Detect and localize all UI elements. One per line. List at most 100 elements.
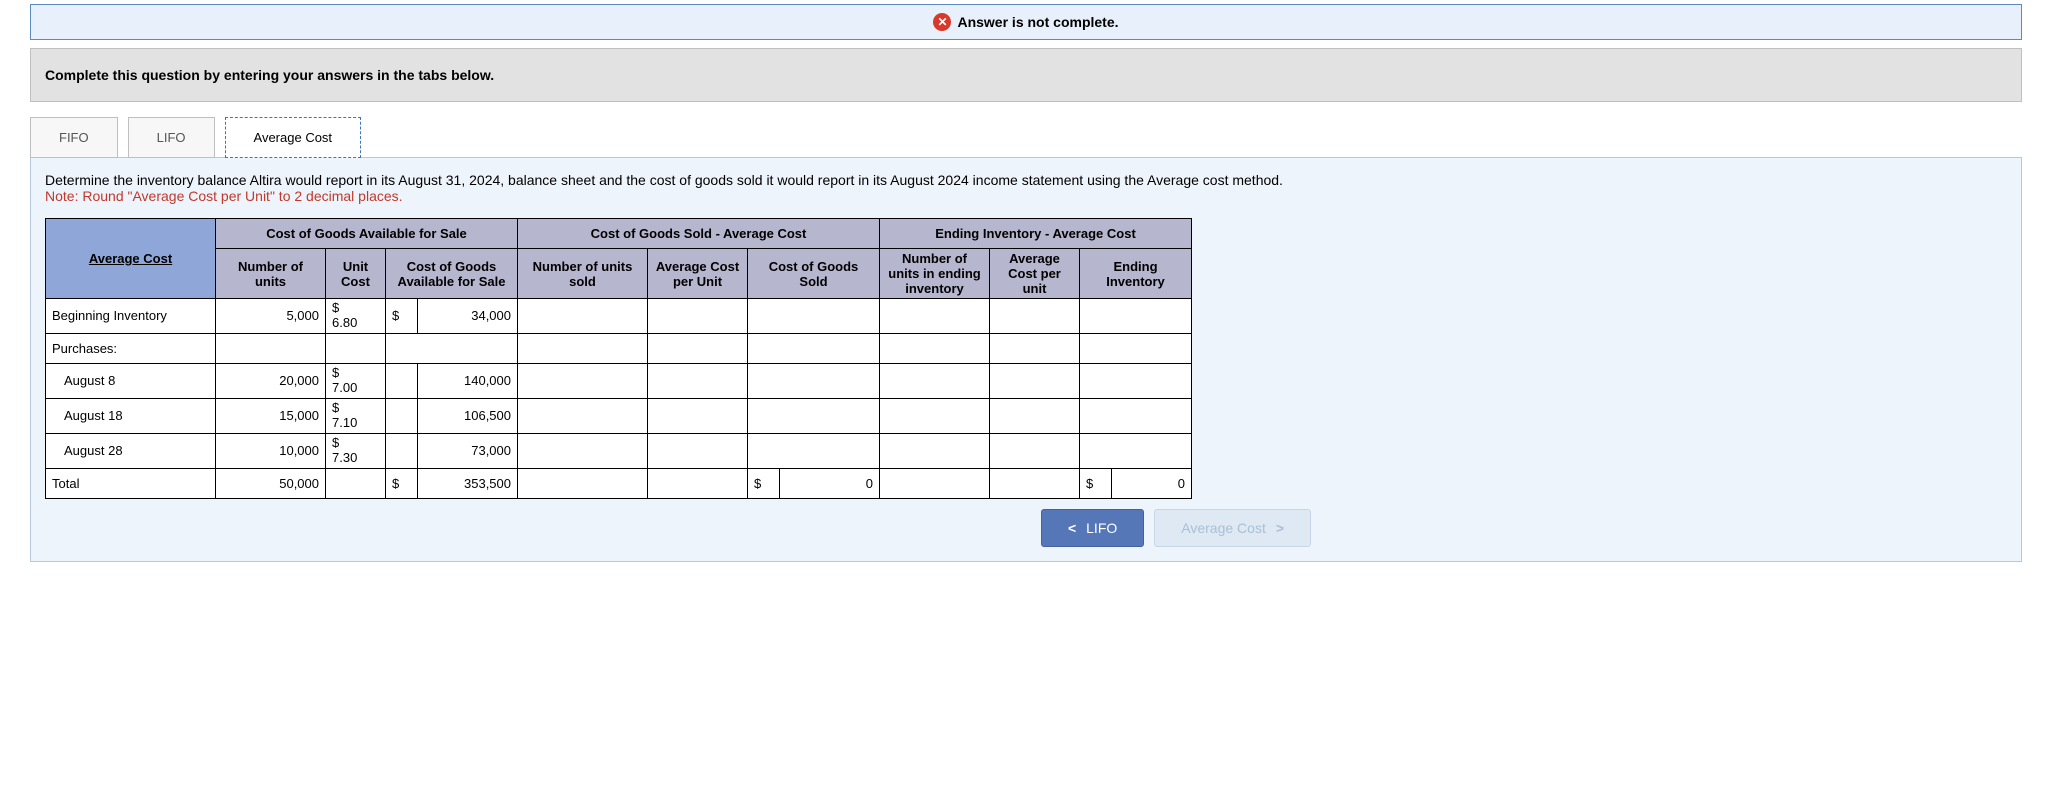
instruction-bar: Complete this question by entering your … xyxy=(30,48,2022,102)
cell-empty[interactable] xyxy=(648,333,748,363)
next-button[interactable]: Average Cost > xyxy=(1154,509,1311,547)
cell-empty[interactable] xyxy=(1080,433,1192,468)
row-aug18: August 18 xyxy=(46,398,216,433)
cell-empty[interactable] xyxy=(648,363,748,398)
instruction-text: Complete this question by entering your … xyxy=(45,67,494,83)
table-row-total: Total 50,000 $ 353,500 $ 0 $ 0 xyxy=(46,468,1192,498)
cell-units[interactable]: 50,000 xyxy=(216,468,326,498)
cell-empty[interactable] xyxy=(326,333,386,363)
cell-unitcost[interactable]: $7.10 xyxy=(326,398,386,433)
table-row: Beginning Inventory 5,000 $6.80 $ 34,000 xyxy=(46,299,1192,334)
tabs: FIFO LIFO Average Cost xyxy=(30,116,2022,157)
row-purchases: Purchases: xyxy=(46,333,216,363)
cell-unitsold[interactable] xyxy=(518,468,648,498)
cell-cogas[interactable]: 353,500 xyxy=(418,468,518,498)
cell-cogs-sym: $ xyxy=(748,468,780,498)
table-row: August 8 20,000 $7.00 140,000 xyxy=(46,363,1192,398)
cell-empty[interactable] xyxy=(748,363,880,398)
cell-empty[interactable] xyxy=(518,363,648,398)
prev-button[interactable]: < LIFO xyxy=(1041,509,1144,547)
cell-empty[interactable] xyxy=(518,299,648,334)
chevron-right-icon: > xyxy=(1276,520,1284,536)
cell-cogas[interactable]: 34,000 xyxy=(418,299,518,334)
cell-empty[interactable] xyxy=(648,433,748,468)
cell-unitcost[interactable]: $7.00 xyxy=(326,363,386,398)
sub-unitcost: Unit Cost xyxy=(326,249,386,299)
question-panel: Determine the inventory balance Altira w… xyxy=(30,157,2022,562)
cell-units[interactable]: 5,000 xyxy=(216,299,326,334)
cell-cogas-sym xyxy=(386,433,418,468)
cell-units[interactable]: 20,000 xyxy=(216,363,326,398)
sub-units: Number of units xyxy=(216,249,326,299)
status-text: Answer is not complete. xyxy=(957,14,1118,30)
cell-empty[interactable] xyxy=(880,433,990,468)
tab-fifo[interactable]: FIFO xyxy=(30,117,118,158)
table-row: Purchases: xyxy=(46,333,1192,363)
cell-empty[interactable] xyxy=(990,363,1080,398)
status-banner: ✕ Answer is not complete. xyxy=(30,4,2022,40)
cell-avgcpu2[interactable] xyxy=(990,468,1080,498)
tab-lifo[interactable]: LIFO xyxy=(128,117,215,158)
cell-endinv-sym: $ xyxy=(1080,468,1112,498)
tab-average-cost[interactable]: Average Cost xyxy=(225,117,362,158)
cell-empty[interactable] xyxy=(648,398,748,433)
prev-label: LIFO xyxy=(1086,520,1117,536)
cell-cogs[interactable]: 0 xyxy=(780,468,880,498)
cell-endinv[interactable]: 0 xyxy=(1112,468,1192,498)
cell-empty[interactable] xyxy=(990,398,1080,433)
nav-buttons: < LIFO Average Cost > xyxy=(345,509,2007,547)
cell-cogas-sym: $ xyxy=(386,299,418,334)
cell-empty[interactable] xyxy=(1080,299,1192,334)
cell-empty[interactable] xyxy=(748,398,880,433)
table-row: August 18 15,000 $7.10 106,500 xyxy=(46,398,1192,433)
table-row: August 28 10,000 $7.30 73,000 xyxy=(46,433,1192,468)
cell-empty[interactable] xyxy=(216,333,326,363)
cell-empty[interactable] xyxy=(748,333,880,363)
cell-empty[interactable] xyxy=(990,299,1080,334)
row-begin-inv: Beginning Inventory xyxy=(46,299,216,334)
cell-empty[interactable] xyxy=(518,333,648,363)
cell-units[interactable]: 15,000 xyxy=(216,398,326,433)
cell-empty[interactable] xyxy=(990,333,1080,363)
sub-avgcpu: Average Cost per Unit xyxy=(648,249,748,299)
rowhead-average-cost: Average Cost xyxy=(46,219,216,299)
cell-empty[interactable] xyxy=(748,433,880,468)
group-endinv: Ending Inventory - Average Cost xyxy=(880,219,1192,249)
next-label: Average Cost xyxy=(1181,520,1266,536)
cell-cogas[interactable]: 140,000 xyxy=(418,363,518,398)
cell-cogas[interactable]: 73,000 xyxy=(418,433,518,468)
sub-unitsold: Number of units sold xyxy=(518,249,648,299)
cell-empty[interactable] xyxy=(990,433,1080,468)
group-cogs: Cost of Goods Sold - Average Cost xyxy=(518,219,880,249)
cell-empty[interactable] xyxy=(748,299,880,334)
cell-empty[interactable] xyxy=(880,333,990,363)
row-aug28: August 28 xyxy=(46,433,216,468)
cell-unitcost[interactable] xyxy=(326,468,386,498)
cell-unitcost[interactable]: $7.30 xyxy=(326,433,386,468)
cell-empty[interactable] xyxy=(518,433,648,468)
cell-empty[interactable] xyxy=(880,363,990,398)
question-note: Note: Round "Average Cost per Unit" to 2… xyxy=(45,188,2007,204)
cell-empty[interactable] xyxy=(648,299,748,334)
row-aug8: August 8 xyxy=(46,363,216,398)
cell-units[interactable]: 10,000 xyxy=(216,433,326,468)
cell-empty[interactable] xyxy=(386,333,518,363)
cell-empty[interactable] xyxy=(1080,363,1192,398)
cell-avgcpu[interactable] xyxy=(648,468,748,498)
sub-cogs: Cost of Goods Sold xyxy=(748,249,880,299)
cell-empty[interactable] xyxy=(1080,333,1192,363)
cell-unitsend[interactable] xyxy=(880,468,990,498)
sub-cogas: Cost of Goods Available for Sale xyxy=(386,249,518,299)
cell-empty[interactable] xyxy=(1080,398,1192,433)
cell-unitcost[interactable]: $6.80 xyxy=(326,299,386,334)
cell-empty[interactable] xyxy=(518,398,648,433)
cell-cogas[interactable]: 106,500 xyxy=(418,398,518,433)
chevron-left-icon: < xyxy=(1068,520,1076,536)
cell-empty[interactable] xyxy=(880,299,990,334)
group-cogas: Cost of Goods Available for Sale xyxy=(216,219,518,249)
cell-empty[interactable] xyxy=(880,398,990,433)
cell-cogas-sym: $ xyxy=(386,468,418,498)
cell-cogas-sym xyxy=(386,363,418,398)
sub-endinv: Ending Inventory xyxy=(1080,249,1192,299)
sub-avgcpu2: Average Cost per unit xyxy=(990,249,1080,299)
